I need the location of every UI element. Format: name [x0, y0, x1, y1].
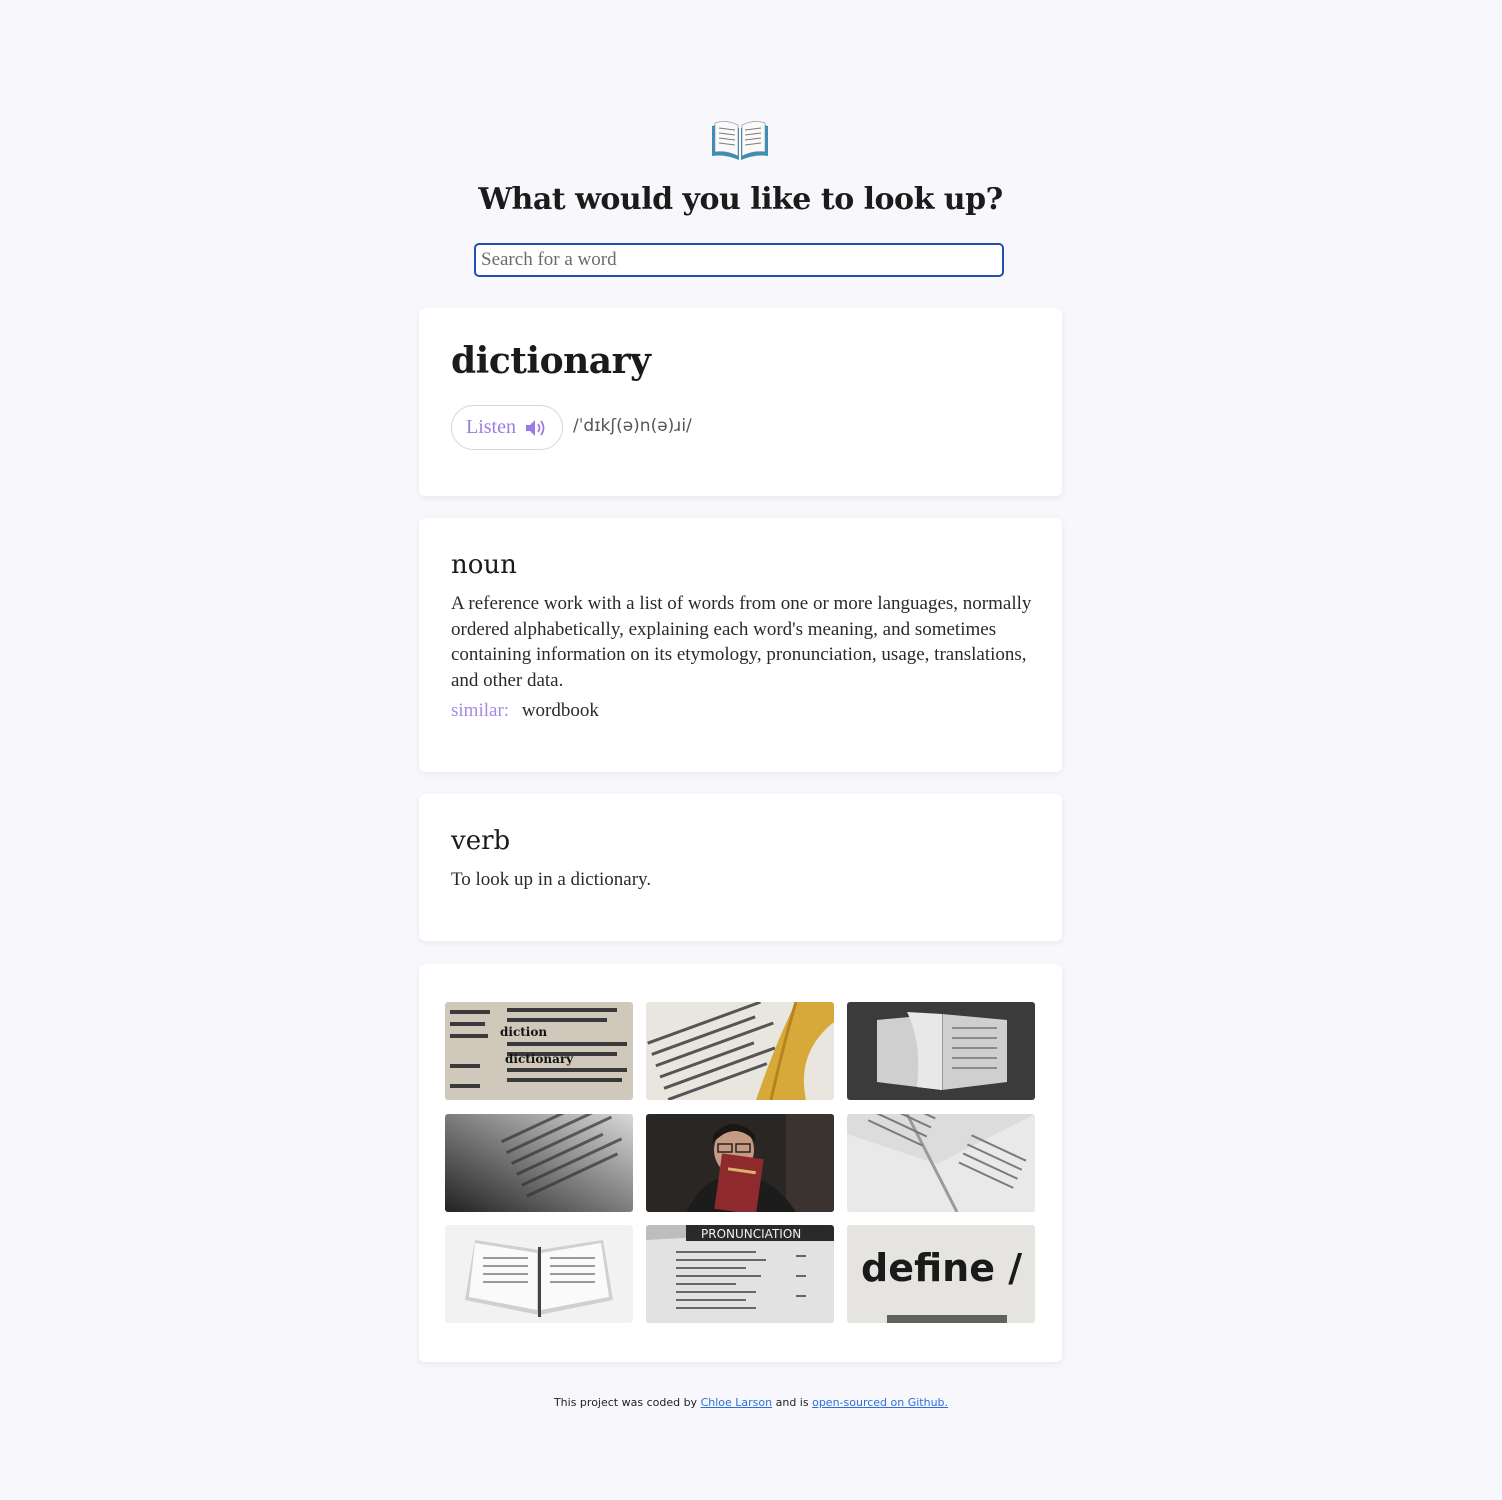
photo-3[interactable] — [847, 1002, 1035, 1100]
speaker-icon — [526, 419, 545, 436]
part-of-speech-verb: verb — [451, 826, 511, 856]
open-book-icon — [712, 121, 768, 160]
photo-2[interactable] — [646, 1002, 834, 1100]
author-link[interactable]: Chloe Larson — [701, 1396, 773, 1409]
listen-label: Listen — [466, 416, 516, 438]
photo-6[interactable] — [847, 1114, 1035, 1212]
photo-9-word: define / — [861, 1246, 1022, 1290]
photo-7[interactable] — [445, 1225, 633, 1323]
photo-1-word-dictionary: dictionary — [505, 1052, 574, 1066]
page-title: What would you like to look up? — [478, 182, 1003, 217]
photo-8-heading: PRONUNCIATION — [701, 1227, 801, 1241]
search-input[interactable] — [474, 243, 1004, 277]
similar-label: similar: — [451, 700, 510, 721]
part-of-speech-noun: noun — [451, 550, 517, 580]
photo-9[interactable]: define / — [847, 1225, 1035, 1323]
photo-1[interactable]: diction dictionary — [445, 1002, 633, 1100]
photo-5[interactable] — [646, 1114, 834, 1212]
photo-4[interactable] — [445, 1114, 633, 1212]
similar-row: similar: wordbook — [451, 700, 599, 722]
synonym-item: wordbook — [521, 700, 599, 721]
listen-button[interactable]: Listen — [451, 405, 563, 450]
footer-middle: and is — [775, 1396, 809, 1409]
phonetic-text: /ˈdɪkʃ(ə)n(ə)ɹi/ — [573, 416, 692, 436]
github-link[interactable]: open-sourced on Github. — [812, 1396, 948, 1409]
definition-noun: A reference work with a list of words fr… — [451, 593, 1032, 692]
headword: dictionary — [451, 340, 651, 382]
footer-prefix: This project was coded by — [553, 1396, 698, 1409]
photo-8[interactable]: PRONUNCIATION — [646, 1225, 834, 1323]
photo-1-word-diction: diction — [500, 1025, 547, 1039]
footer: This project was coded by Chloe Larson a… — [0, 1396, 1502, 1409]
definition-verb: To look up in a dictionary. — [451, 869, 652, 890]
word-card — [419, 308, 1062, 496]
